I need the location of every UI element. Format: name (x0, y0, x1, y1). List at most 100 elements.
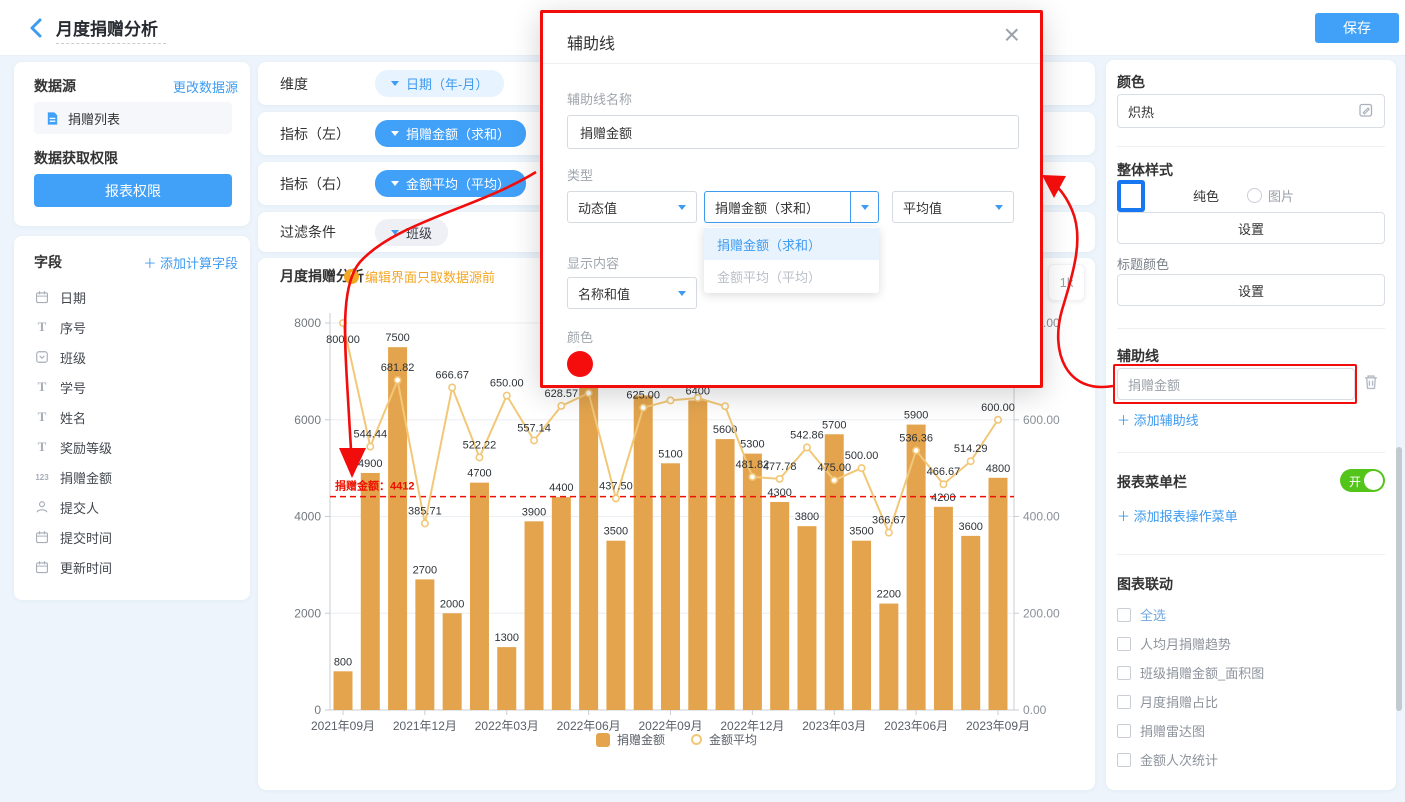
toggle-knob (1364, 471, 1383, 490)
metric-dropdown: 捐赠金额（求和）金额平均（平均） (704, 227, 879, 293)
svg-text:2700: 2700 (413, 564, 437, 576)
legend-item-bar[interactable]: 捐赠金额 (596, 731, 665, 748)
datasource-name: 捐赠列表 (68, 109, 120, 128)
svg-text:5300: 5300 (740, 439, 764, 451)
field-item[interactable]: 提交时间 (28, 522, 242, 552)
filter-pill[interactable]: 班级 (375, 219, 448, 246)
field-item[interactable]: 日期 (28, 282, 242, 312)
chevron-down-icon (678, 291, 686, 296)
metric-select[interactable]: 捐赠金额（求和） (704, 191, 879, 223)
svg-text:385.71: 385.71 (408, 505, 442, 517)
field-item[interactable]: T姓名 (28, 402, 242, 432)
legend-item-line[interactable]: 金额平均 (691, 731, 757, 748)
radio-solid-color[interactable] (1117, 180, 1145, 212)
svg-text:2000: 2000 (294, 606, 321, 620)
svg-text:500.00: 500.00 (845, 450, 879, 462)
field-item[interactable]: T奖励等级 (28, 432, 242, 462)
report-menu-toggle[interactable]: 开 (1340, 469, 1385, 492)
aux-line-highlight-box (1113, 364, 1357, 404)
dimension-pill[interactable]: 日期（年-月） (375, 70, 504, 97)
fields-heading: 字段 (34, 252, 62, 272)
linkage-item[interactable]: 月度捐赠占比 (1117, 687, 1385, 716)
checkbox-icon[interactable] (1117, 637, 1131, 651)
text-icon: T (34, 409, 50, 425)
color-theme-input[interactable]: 炽热 (1117, 94, 1385, 128)
field-item[interactable]: T序号 (28, 312, 242, 342)
type-label: 类型 (567, 165, 593, 184)
radio-image[interactable] (1247, 188, 1262, 203)
field-item[interactable]: T学号 (28, 372, 242, 402)
svg-text:600.00: 600.00 (1023, 413, 1060, 427)
dropdown-option[interactable]: 金额平均（平均） (704, 260, 879, 292)
add-aux-line-link[interactable]: ＋ 添加辅助线 (1117, 410, 1385, 429)
field-item[interactable]: 更新时间 (28, 552, 242, 582)
metric-left-label: 指标（左） (280, 124, 350, 144)
background-settings-button[interactable]: 设置 (1117, 212, 1385, 244)
save-button[interactable]: 保存 (1315, 13, 1399, 43)
svg-text:437.50: 437.50 (599, 480, 633, 492)
edit-icon[interactable] (1358, 102, 1374, 121)
radio-image-label[interactable]: 图片 (1268, 186, 1294, 205)
svg-text:800: 800 (334, 656, 352, 668)
svg-text:466.67: 466.67 (927, 466, 961, 478)
svg-text:0: 0 (314, 703, 321, 717)
vertical-scrollbar[interactable] (1396, 447, 1402, 711)
dimension-label: 维度 (280, 74, 308, 94)
add-calc-field-link[interactable]: ＋ 添加计算字段 (143, 253, 238, 272)
title-color-settings-button[interactable]: 设置 (1117, 274, 1385, 306)
svg-text:475.00: 475.00 (817, 462, 851, 474)
linkage-item[interactable]: 金额人次统计 (1117, 745, 1385, 774)
data-permission-heading: 数据获取权限 (34, 148, 118, 168)
text-icon: T (34, 379, 50, 395)
add-report-menu-link[interactable]: ＋ 添加报表操作菜单 (1117, 506, 1385, 525)
close-icon[interactable]: × (1004, 21, 1020, 49)
color-swatch[interactable] (567, 351, 593, 377)
modal-divider (543, 63, 1040, 64)
aux-line-modal: 辅助线 × 辅助线名称 捐赠金额 类型 动态值 捐赠金额（求和） 平均值 捐赠金… (540, 10, 1043, 388)
field-item[interactable]: 提交人 (28, 492, 242, 522)
metric-right-pill[interactable]: 金额平均（平均） (375, 170, 526, 197)
svg-text:3500: 3500 (849, 526, 873, 538)
linkage-item[interactable]: 人均月捐赠趋势 (1117, 629, 1385, 658)
svg-text:5700: 5700 (822, 419, 846, 431)
svg-text:544.44: 544.44 (353, 429, 387, 441)
linkage-item[interactable]: 班级捐赠金额_面积图 (1117, 658, 1385, 687)
checkbox-icon[interactable] (1117, 753, 1131, 767)
dropdown-option[interactable]: 捐赠金额（求和） (704, 228, 879, 260)
radio-solid-label[interactable]: 纯色 (1193, 186, 1219, 205)
svg-text:536.36: 536.36 (899, 433, 933, 445)
datasource-item[interactable]: 捐赠列表 (34, 102, 232, 134)
calendar-icon (34, 560, 50, 574)
divider (1117, 328, 1385, 329)
svg-text:4400: 4400 (549, 482, 573, 494)
svg-text:3800: 3800 (795, 511, 819, 523)
checkbox-icon[interactable] (1117, 695, 1131, 709)
color-label: 颜色 (567, 327, 593, 346)
color-heading: 颜色 (1117, 72, 1385, 92)
svg-text:542.86: 542.86 (790, 429, 824, 441)
linkage-select-all[interactable]: 全选 (1117, 600, 1385, 629)
field-item[interactable]: 班级 (28, 342, 242, 372)
metric-left-pill[interactable]: 捐赠金额（求和） (375, 120, 526, 147)
checkbox-icon[interactable] (1117, 608, 1131, 622)
title-color-label: 标题颜色 (1117, 254, 1385, 273)
svg-text:557.14: 557.14 (517, 422, 551, 434)
checkbox-icon[interactable] (1117, 724, 1131, 738)
type-select[interactable]: 动态值 (567, 191, 697, 223)
change-datasource-link[interactable]: 更改数据源 (173, 77, 238, 96)
svg-text:2000: 2000 (440, 598, 464, 610)
trash-icon[interactable] (1362, 373, 1380, 396)
line-legend-swatch (691, 734, 702, 745)
svg-text:366.67: 366.67 (872, 515, 906, 527)
display-select[interactable]: 名称和值 (567, 277, 697, 309)
linkage-item[interactable]: 捐赠雷达图 (1117, 716, 1385, 745)
field-item[interactable]: 123捐赠金额 (28, 462, 242, 492)
agg-select[interactable]: 平均值 (892, 191, 1014, 223)
report-editor: 月度捐赠分析 保存 数据源 更改数据源 捐赠列表 数据获取权限 报表权限 字段 … (0, 0, 1405, 802)
checkbox-icon[interactable] (1117, 666, 1131, 680)
report-permission-button[interactable]: 报表权限 (34, 174, 232, 207)
back-icon[interactable] (26, 17, 48, 39)
datasource-panel: 数据源 更改数据源 捐赠列表 数据获取权限 报表权限 (14, 62, 250, 226)
svg-text:2200: 2200 (877, 589, 901, 601)
aux-name-input[interactable]: 捐赠金额 (567, 115, 1019, 149)
